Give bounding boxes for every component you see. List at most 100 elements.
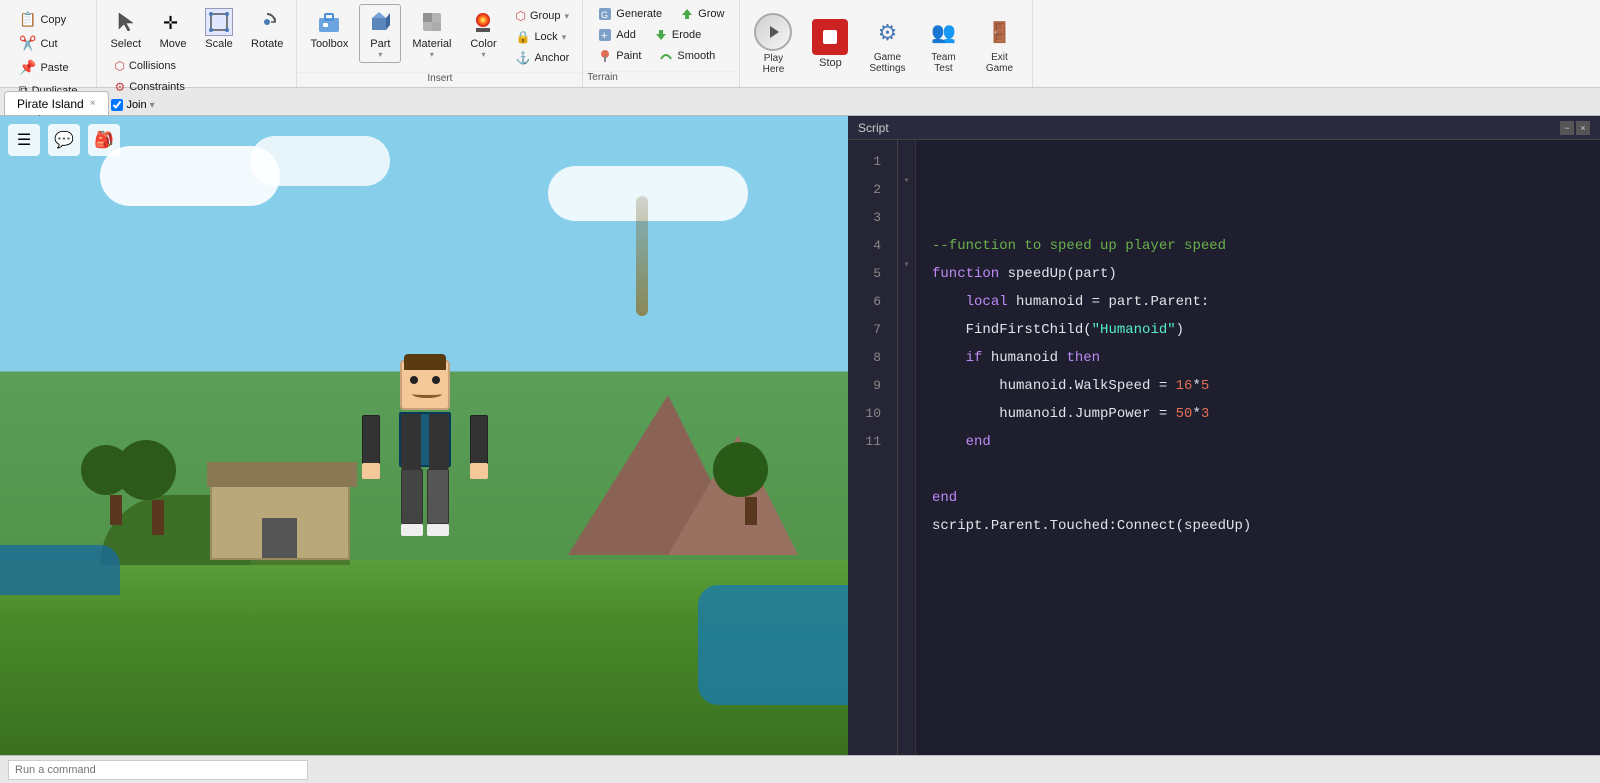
script-window-controls: − × — [1560, 121, 1590, 135]
script-close-button[interactable]: × — [1576, 121, 1590, 135]
line-number: 5 — [848, 260, 889, 288]
svg-text:G: G — [601, 10, 608, 20]
collapse-arrow — [898, 224, 915, 252]
code-line: --function to speed up player speed — [932, 232, 1584, 260]
insert-section: Toolbox Part ▾ — [297, 0, 583, 87]
tab-close-button[interactable]: × — [90, 98, 96, 109]
color-button[interactable]: Color ▾ — [462, 4, 504, 63]
copy-button[interactable]: 📋 Copy — [12, 8, 73, 31]
water-left — [0, 545, 120, 595]
clipboard-section: 📋 Copy ✂️ Cut 📌 Paste ⧉ Duplicate Clipbo… — [0, 0, 97, 87]
toolbar: 📋 Copy ✂️ Cut 📌 Paste ⧉ Duplicate Clipbo… — [0, 0, 1600, 88]
smooth-button[interactable]: Smooth — [652, 46, 722, 66]
code-line: humanoid.JumpPower = 50*3 — [932, 400, 1584, 428]
terrain-label: Terrain — [583, 71, 739, 87]
collisions-button[interactable]: ⬡ Collisions — [107, 56, 191, 76]
rotate-button[interactable]: Rotate — [244, 4, 290, 54]
command-input[interactable] — [8, 760, 308, 780]
tab-pirate-island[interactable]: Pirate Island × — [4, 91, 109, 115]
viewport[interactable]: ☰ 💬 🎒 — [0, 116, 848, 755]
collapse-arrow — [898, 364, 915, 392]
cloud2 — [250, 136, 390, 186]
line-number: 10 — [848, 400, 889, 428]
cloud3 — [548, 166, 748, 221]
water-right — [698, 585, 848, 705]
script-header: Script − × — [848, 116, 1600, 140]
line-numbers: 1234567891011 — [848, 140, 898, 755]
collapse-arrow — [898, 196, 915, 224]
line-number: 2 — [848, 176, 889, 204]
select-button[interactable]: Select — [103, 4, 148, 54]
smoke — [636, 196, 648, 316]
erode-button[interactable]: Erode — [647, 25, 708, 45]
collapse-arrow — [898, 140, 915, 168]
code-line: local humanoid = part.Parent: — [932, 288, 1584, 316]
script-panel: Script − × 1234567891011 ▾▾ --function t… — [848, 116, 1600, 755]
code-line: humanoid.WalkSpeed = 16*5 — [932, 372, 1584, 400]
constraints-button[interactable]: ⚙ Constraints — [107, 77, 191, 97]
bag-icon[interactable]: 🎒 — [88, 124, 120, 156]
tree2 — [140, 460, 176, 535]
move-button[interactable]: ✛ Move — [152, 4, 194, 54]
line-number: 9 — [848, 372, 889, 400]
group-button[interactable]: ⬡ Group ▾ — [508, 6, 576, 26]
line-number: 11 — [848, 428, 889, 456]
lock-button[interactable]: 🔒 Lock ▾ — [508, 27, 576, 47]
part-button[interactable]: Part ▾ — [359, 4, 401, 63]
building-door — [262, 518, 297, 558]
generate-button[interactable]: G Generate — [591, 4, 669, 24]
script-minimize-button[interactable]: − — [1560, 121, 1574, 135]
collapse-arrow[interactable]: ▾ — [898, 168, 915, 196]
collapse-arrow — [898, 336, 915, 364]
insert-label: Insert — [297, 72, 582, 88]
code-line: script.Parent.Touched:Connect(speedUp) — [932, 512, 1584, 540]
character — [380, 360, 470, 560]
code-line: function speedUp(part) — [932, 260, 1584, 288]
line-number: 1 — [848, 148, 889, 176]
script-content[interactable]: 1234567891011 ▾▾ --function to speed up … — [848, 140, 1600, 755]
add-button[interactable]: + Add — [591, 25, 643, 45]
script-title: Script — [858, 121, 889, 135]
grow-button[interactable]: Grow — [673, 4, 731, 24]
collapse-arrow — [898, 420, 915, 448]
chevron-column: ▾▾ — [898, 140, 916, 755]
toolbox-button[interactable]: Toolbox — [303, 4, 355, 54]
game-settings-button[interactable]: ⚙ Game Settings — [860, 10, 914, 78]
cut-button[interactable]: ✂️ Cut — [12, 32, 65, 55]
line-number: 7 — [848, 316, 889, 344]
paste-button[interactable]: 📌 Paste — [12, 56, 76, 79]
scale-button[interactable]: Scale — [198, 4, 240, 54]
bottom-bar — [0, 755, 1600, 783]
edit-section: G Generate Grow + Add Erode — [583, 0, 740, 87]
chat-icon[interactable]: 💬 — [48, 124, 80, 156]
exit-game-button[interactable]: 🚪 Exit Game — [972, 10, 1026, 78]
code-line: FindFirstChild("Humanoid") — [932, 316, 1584, 344]
line-number: 4 — [848, 232, 889, 260]
line-number: 6 — [848, 288, 889, 316]
play-here-button[interactable]: Play Here — [746, 9, 800, 79]
anchor-button[interactable]: ⚓ Anchor — [508, 48, 576, 68]
line-number: 8 — [848, 344, 889, 372]
code-line — [932, 456, 1584, 484]
svg-text:✛: ✛ — [163, 13, 178, 33]
code-area[interactable]: --function to speed up player speedfunct… — [916, 140, 1600, 755]
building-roof — [207, 462, 357, 487]
tree3 — [734, 462, 768, 525]
viewport-toolbar: ☰ 💬 🎒 — [8, 124, 120, 156]
team-test-button[interactable]: 👥 Team Test — [916, 10, 970, 78]
join-checkbox[interactable]: Join ▾ — [107, 98, 191, 112]
playback-section: Play Here Stop ⚙ Game Settings 👥 Team Te… — [740, 0, 1033, 87]
collapse-arrow[interactable]: ▾ — [898, 252, 915, 280]
tools-section: Select ✛ Move Scale — [97, 0, 297, 87]
code-line: end — [932, 428, 1584, 456]
collapse-arrow — [898, 308, 915, 336]
material-button[interactable]: Material ▾ — [405, 4, 458, 63]
menu-icon[interactable]: ☰ — [8, 124, 40, 156]
svg-text:+: + — [601, 30, 607, 42]
collapse-arrow — [898, 280, 915, 308]
scene: ☰ 💬 🎒 — [0, 116, 848, 755]
stop-button[interactable]: Stop — [802, 15, 858, 73]
collapse-arrow — [898, 392, 915, 420]
building — [210, 480, 350, 560]
paint-button[interactable]: Paint — [591, 46, 648, 66]
